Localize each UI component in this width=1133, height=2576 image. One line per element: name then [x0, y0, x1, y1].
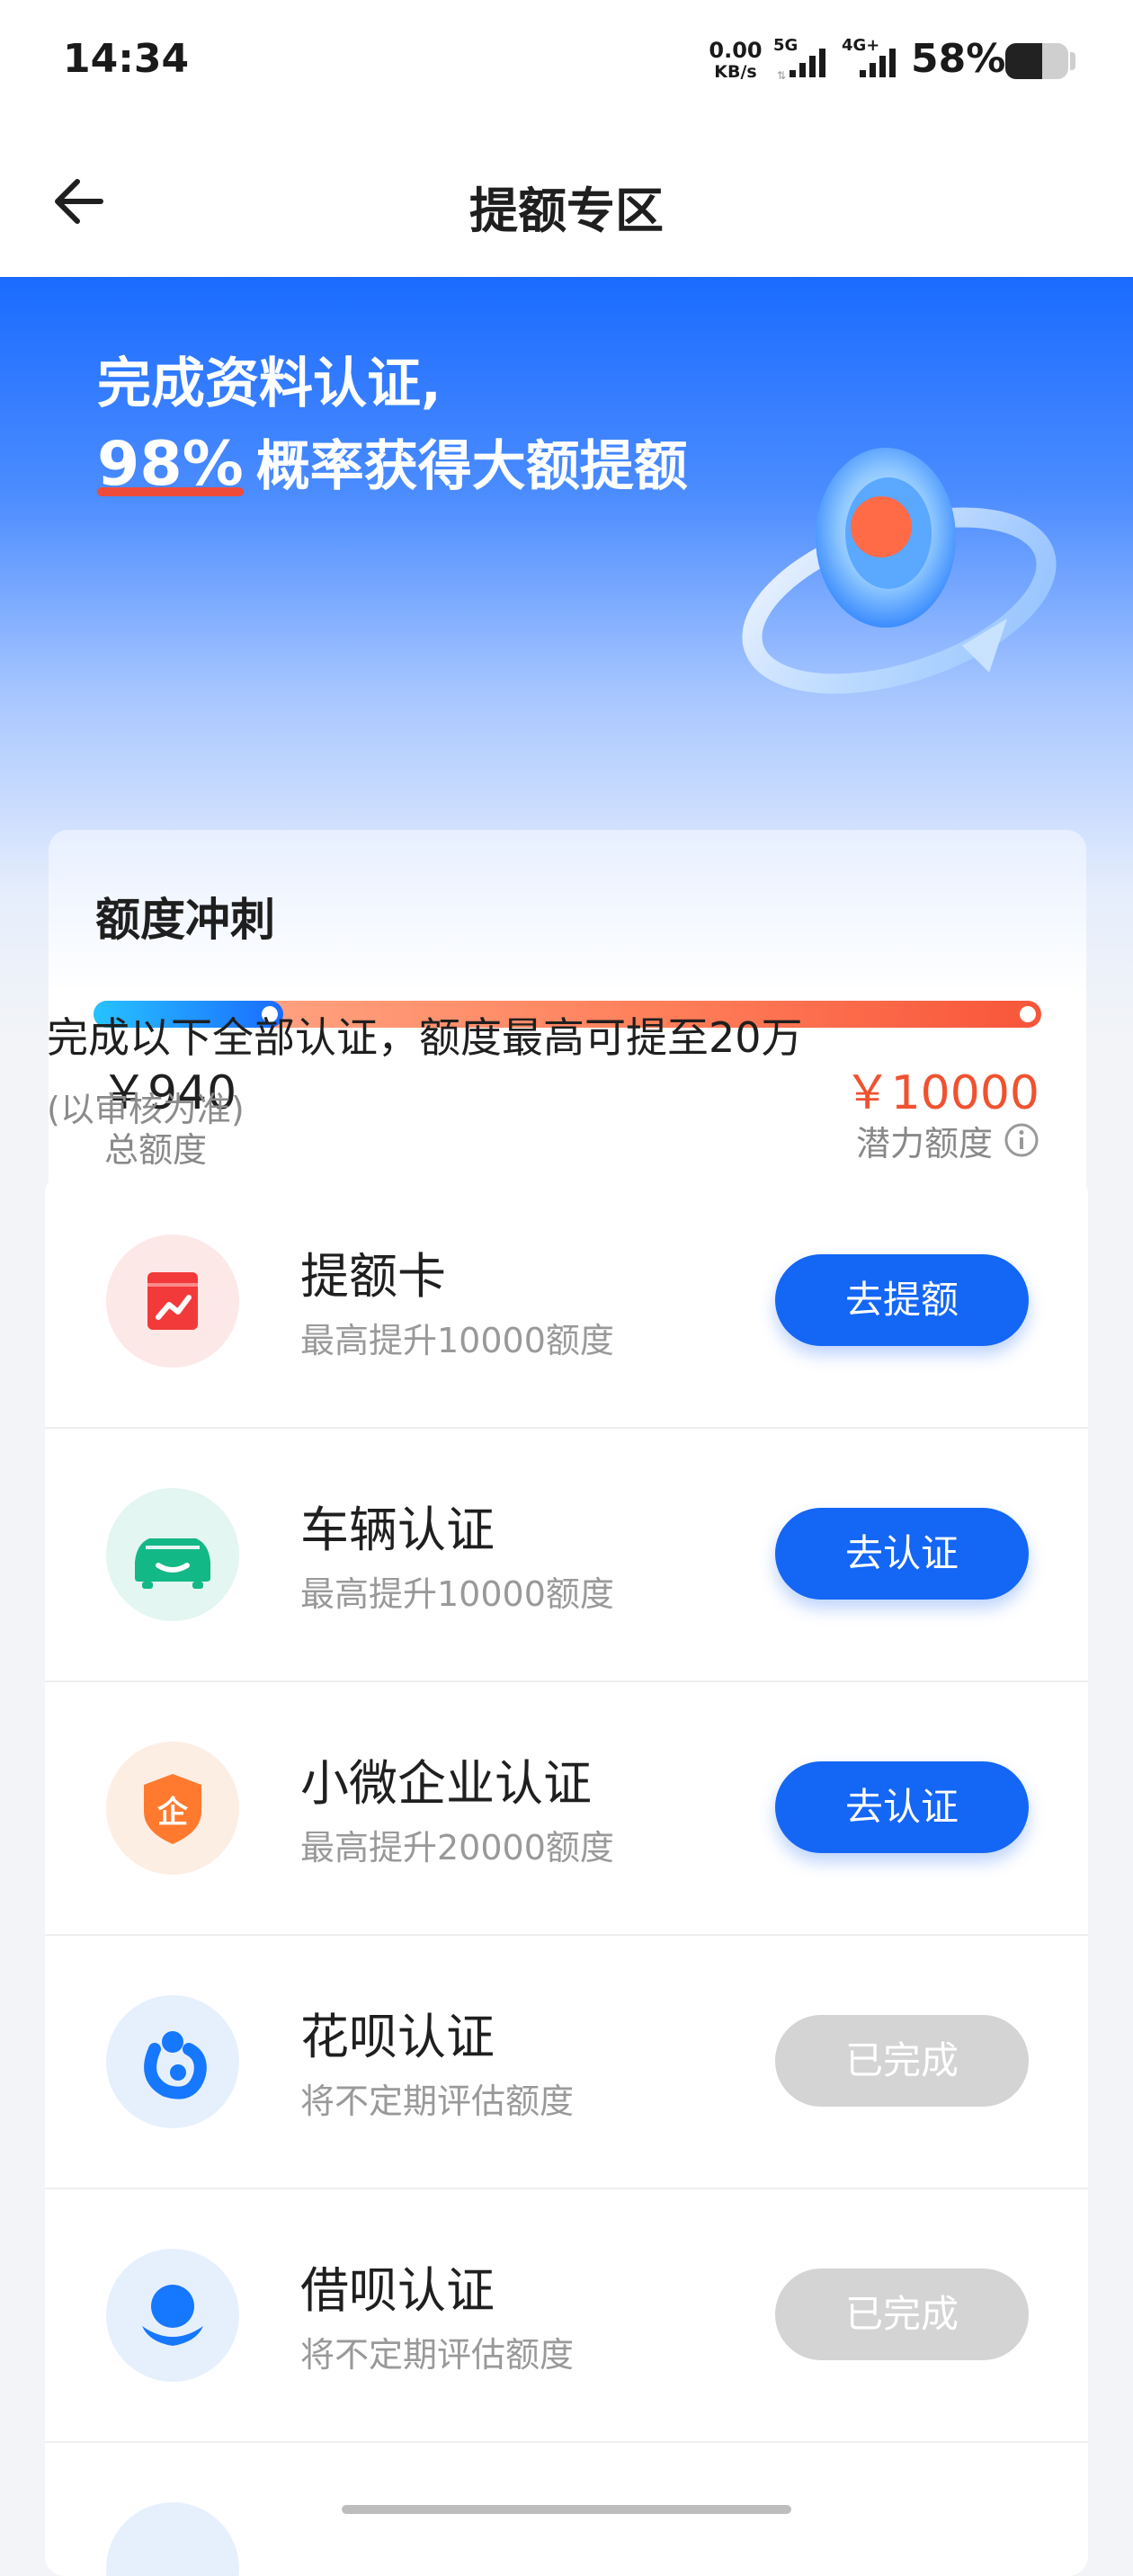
task-title: 借呗认证 — [300, 2262, 495, 2319]
hero-subheadline: 98% 概率获得大额提额 — [97, 423, 688, 501]
task-icon-jiebei — [106, 2249, 239, 2382]
info-icon[interactable] — [1004, 1122, 1039, 1158]
task-icon-enterprise: 企 — [106, 1742, 239, 1875]
task-icon-huabei — [106, 1995, 239, 2128]
task-item-enterprise: 企 小微企业认证 最高提升20000额度 去认证 — [45, 1680, 1088, 1936]
network-speed-value: 0.00 — [709, 38, 763, 63]
task-title: 提额卡 — [300, 1248, 446, 1305]
home-indicator[interactable] — [342, 2505, 791, 2514]
enterprise-certify-button[interactable]: 去认证 — [775, 1761, 1029, 1853]
task-desc: 最高提升20000额度 — [300, 1828, 614, 1867]
signal-4g-icon: 4G+ — [842, 36, 906, 81]
battery-icon — [1005, 43, 1068, 79]
raise-quota-button[interactable]: 去提额 — [775, 1254, 1029, 1346]
hero-percent-text: 98% — [97, 429, 244, 500]
potential-quota-label: 潜力额度 — [855, 1123, 993, 1163]
svg-text:⇅: ⇅ — [777, 69, 786, 81]
network-speed: 0.00 KB/s — [709, 40, 763, 83]
task-desc: 最高提升10000额度 — [300, 1574, 614, 1614]
jiebei-done-button[interactable]: 已完成 — [775, 2268, 1029, 2360]
hint-sub-text: (以审核为准) — [47, 1090, 245, 1129]
battery-percent: 58% — [911, 36, 1006, 82]
raise-card-icon — [147, 1272, 198, 1330]
car-certify-button[interactable]: 去认证 — [775, 1508, 1029, 1600]
task-item-huabei: 花呗认证 将不定期评估额度 已完成 — [45, 1934, 1088, 2189]
potential-quota-amount: ￥10000 — [843, 1066, 1039, 1120]
network-speed-unit: KB/s — [714, 62, 757, 82]
page-title: 提额专区 — [469, 183, 664, 239]
task-title: 小微企业认证 — [300, 1755, 592, 1812]
battery-fill — [1005, 43, 1042, 79]
hero-percent: 98% — [97, 429, 244, 500]
quota-title: 额度冲刺 — [95, 894, 275, 946]
nav-bar: 提额专区 — [0, 126, 1133, 277]
task-title: 花呗认证 — [300, 2009, 495, 2065]
hint-main-text: 完成以下全部认证，额度最高可提至20万 — [47, 1013, 803, 1062]
hero-line2-text: 概率获得大额提额 — [255, 435, 688, 498]
jiebei-icon — [142, 2285, 203, 2346]
hero-banner: 完成资料认证, 98% 概率获得大额提额 额度冲刺 ￥940 总额度 ￥1000… — [0, 277, 1133, 1236]
task-icon-partial — [106, 2502, 239, 2576]
status-bar: 14:34 0.00 KB/s 5G ⇅ 4G+ 58% — [0, 0, 1133, 126]
enterprise-shield-icon: 企 — [144, 1774, 201, 1844]
task-icon-car — [106, 1488, 239, 1621]
task-list: 提额卡 最高提升10000额度 去提额 车辆认证 最高提升10000额度 去认证… — [45, 1173, 1088, 2576]
car-icon — [135, 1538, 210, 1589]
potential-quota-row: 潜力额度 — [856, 1119, 1039, 1163]
task-item-car: 车辆认证 最高提升10000额度 去认证 — [45, 1427, 1088, 1682]
status-time: 14:34 — [63, 36, 190, 82]
huabei-icon — [144, 2031, 207, 2099]
task-desc: 将不定期评估额度 — [300, 2081, 575, 2121]
target-illustration-icon — [742, 448, 1057, 694]
progress-end-dot — [1020, 1006, 1036, 1022]
huabei-done-button[interactable]: 已完成 — [775, 2015, 1029, 2107]
task-desc: 最高提升10000额度 — [300, 1321, 614, 1360]
task-item-jiebei: 借呗认证 将不定期评估额度 已完成 — [45, 2188, 1088, 2443]
task-item-raise-card: 提额卡 最高提升10000额度 去提额 — [45, 1173, 1088, 1429]
signal-5g-icon: 5G ⇅ — [773, 36, 836, 81]
task-icon-raise-card — [106, 1235, 239, 1368]
battery-cap — [1070, 52, 1075, 70]
task-desc: 将不定期评估额度 — [300, 2335, 575, 2375]
hero-headline: 完成资料认证, — [97, 352, 442, 415]
task-title: 车辆认证 — [300, 1502, 495, 1558]
svg-text:企: 企 — [157, 1795, 189, 1831]
